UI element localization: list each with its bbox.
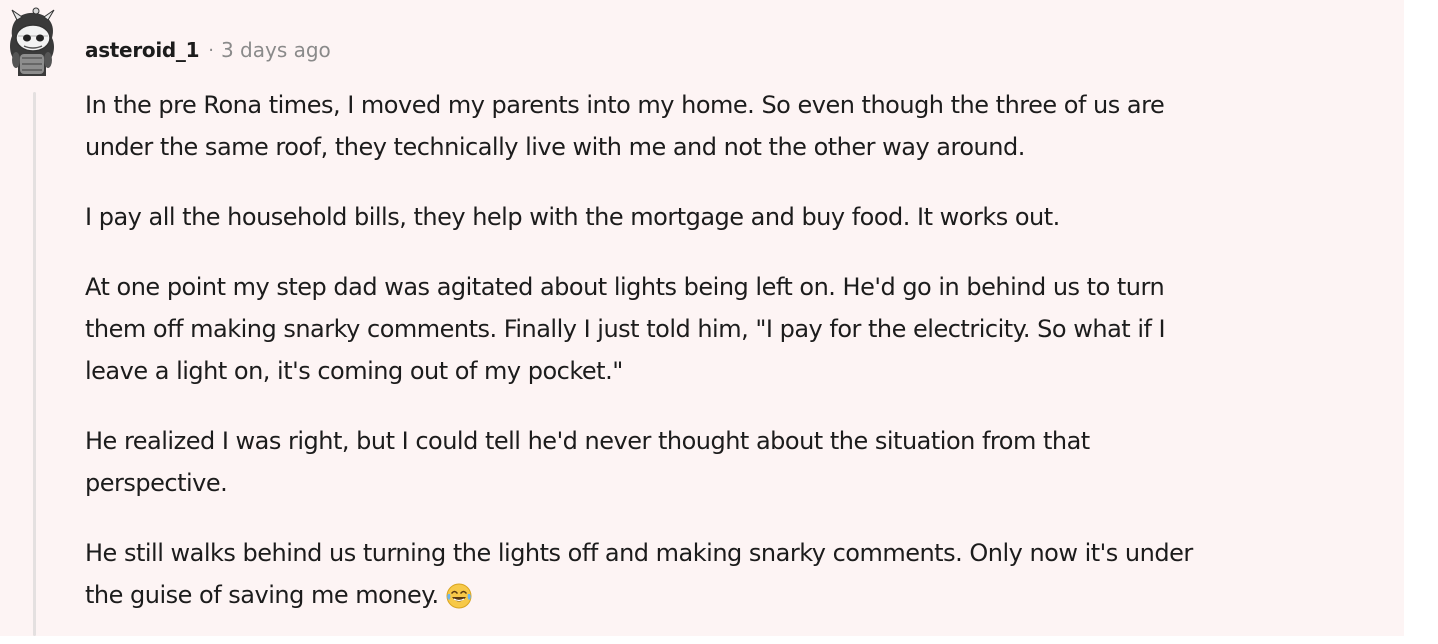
paragraph-line: He still walks behind us turning the lig…	[85, 539, 1193, 567]
user-avatar[interactable]	[2, 6, 62, 78]
comment-paragraph: He realized I was right, but I could tel…	[85, 420, 1385, 504]
comment-paragraph: He still walks behind us turning the lig…	[85, 532, 1385, 616]
comment-paragraph: At one point my step dad was agitated ab…	[85, 266, 1385, 392]
thread-collapse-line[interactable]	[33, 92, 36, 636]
snoo-avatar-icon	[10, 7, 55, 76]
paragraph-line: I pay all the household bills, they help…	[85, 203, 1060, 231]
paragraph-line: them off making snarky comments. Finally…	[85, 315, 1166, 343]
paragraph-line: At one point my step dad was agitated ab…	[85, 273, 1165, 301]
paragraph-line: under the same roof, they technically li…	[85, 133, 1025, 161]
paragraph-line: He realized I was right, but I could tel…	[85, 427, 1090, 455]
comment-meta: asteroid_1 · 3 days ago	[85, 34, 331, 66]
comment-paragraph: I pay all the household bills, they help…	[85, 196, 1385, 238]
comment-paragraph: In the pre Rona times, I moved my parent…	[85, 84, 1385, 168]
username-link[interactable]: asteroid_1	[85, 38, 200, 62]
comment-body: In the pre Rona times, I moved my parent…	[85, 84, 1385, 644]
meta-separator: ·	[208, 39, 214, 61]
paragraph-line: the guise of saving me money.	[85, 581, 439, 609]
timestamp[interactable]: 3 days ago	[221, 38, 331, 62]
tears-of-joy-emoji-icon	[446, 583, 472, 609]
paragraph-line: leave a light on, it's coming out of my …	[85, 357, 623, 385]
comment-card: asteroid_1 · 3 days ago In the pre Rona …	[0, 0, 1404, 636]
paragraph-line: In the pre Rona times, I moved my parent…	[85, 91, 1165, 119]
paragraph-line: perspective.	[85, 469, 228, 497]
